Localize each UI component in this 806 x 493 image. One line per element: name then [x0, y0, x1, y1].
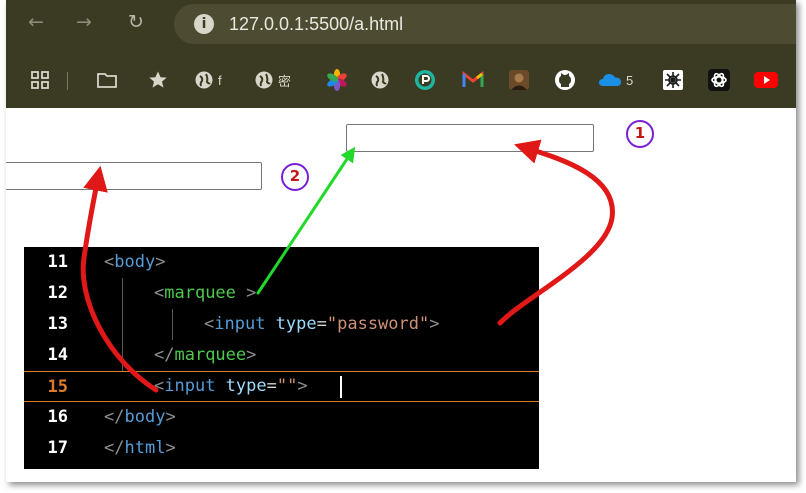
code-token: "": [276, 376, 298, 396]
line-number: 17: [47, 438, 68, 458]
code-token: </: [154, 345, 175, 365]
browser-nav-row: ← → ↻ i 127.0.0.1:5500/a.html: [6, 0, 796, 52]
address-bar[interactable]: i 127.0.0.1:5500/a.html: [174, 4, 796, 44]
page-content: 1 2 11 <body> 12 <marquee > 13 <input ty…: [6, 108, 796, 482]
bookmark-globe[interactable]: [370, 68, 390, 92]
code-token: marquee: [164, 283, 236, 303]
code-text: </html>: [104, 438, 176, 459]
active-code-line[interactable]: 15 <input type="">: [24, 371, 539, 402]
bookmark-label: 5: [626, 72, 634, 88]
youtube-icon[interactable]: [754, 68, 778, 92]
code-text: <input type="">: [154, 376, 308, 397]
code-token: >: [235, 283, 257, 303]
code-line: 17 </html>: [24, 433, 539, 464]
folder-icon[interactable]: [96, 68, 118, 92]
code-token: </: [104, 438, 125, 458]
code-token: >: [165, 407, 176, 427]
code-token: body: [114, 252, 156, 272]
code-text: </body>: [104, 407, 176, 428]
bookmark-globe-mi[interactable]: 密: [254, 68, 291, 92]
empty-type-input[interactable]: [6, 162, 262, 190]
code-token: >: [155, 252, 166, 272]
line-number: 12: [47, 283, 68, 303]
chatgpt-icon[interactable]: [708, 68, 730, 92]
code-line: 12 <marquee >: [24, 278, 539, 309]
code-token: marquee: [174, 345, 247, 365]
bookmark-label: f: [218, 72, 222, 88]
code-line: 14 </marquee>: [24, 340, 539, 371]
code-token: <: [204, 314, 215, 334]
code-token: "password": [326, 314, 430, 334]
code-line: 11 <body>: [24, 247, 539, 278]
apps-grid-icon[interactable]: [30, 68, 50, 92]
back-icon[interactable]: ←: [24, 10, 48, 34]
bookmark-onedrive[interactable]: 5: [598, 68, 633, 92]
gmail-icon[interactable]: [462, 68, 484, 92]
globe-icon: [195, 71, 213, 89]
globe-icon: [255, 71, 273, 89]
code-text: <marquee >: [154, 283, 256, 304]
code-token: <: [154, 376, 165, 396]
code-line: 13 <input type="password">: [24, 309, 539, 340]
screenshot-frame: ← → ↻ i 127.0.0.1:5500/a.html f 密 5 1 2 …: [6, 0, 796, 482]
annotation-badge-2: 2: [281, 163, 309, 191]
patterned-tile-icon[interactable]: [662, 68, 684, 92]
line-number: 11: [47, 252, 68, 272]
code-token: >: [246, 345, 257, 365]
code-text: </marquee>: [154, 345, 256, 366]
code-token: input: [214, 314, 266, 334]
code-token: <: [154, 283, 165, 303]
line-number: 13: [47, 314, 68, 334]
code-line: 16 </body>: [24, 402, 539, 433]
code-token: html: [124, 438, 166, 458]
globe-icon: [371, 71, 389, 89]
code-token: >: [429, 314, 440, 334]
line-number: 14: [47, 345, 68, 365]
avatar-icon[interactable]: [508, 68, 530, 92]
code-token: </: [104, 407, 125, 427]
reload-icon[interactable]: ↻: [124, 10, 148, 34]
code-text: <body>: [104, 252, 165, 273]
site-info-icon[interactable]: i: [194, 14, 214, 34]
text-cursor: [340, 376, 342, 398]
code-token: input: [164, 376, 216, 396]
bookmarks-bar: f 密 5: [6, 62, 796, 98]
code-token: =: [316, 314, 327, 334]
bookmarks-separator: [67, 72, 68, 90]
code-token: type: [265, 314, 317, 334]
bookmark-globe-f[interactable]: f: [194, 68, 222, 92]
browser-chrome: ← → ↻ i 127.0.0.1:5500/a.html f 密 5: [6, 0, 796, 108]
code-token: <: [104, 252, 115, 272]
photos-pinwheel-icon[interactable]: [326, 68, 348, 92]
github-icon[interactable]: [554, 68, 576, 92]
forward-icon[interactable]: →: [72, 10, 96, 34]
p-logo-icon[interactable]: [414, 68, 436, 92]
star-icon[interactable]: [148, 68, 168, 92]
code-token: body: [124, 407, 166, 427]
code-token: type: [215, 376, 267, 396]
line-number: 15: [47, 377, 68, 397]
password-input[interactable]: [346, 124, 594, 152]
onedrive-cloud-icon: [599, 74, 621, 86]
code-text: <input type="password">: [204, 314, 439, 335]
annotation-badge-1: 1: [626, 120, 654, 148]
code-token: =: [266, 376, 277, 396]
code-token: >: [165, 438, 176, 458]
code-token: >: [297, 376, 308, 396]
bookmark-label: 密: [278, 73, 292, 89]
line-number: 16: [47, 407, 68, 427]
code-editor[interactable]: 11 <body> 12 <marquee > 13 <input type="…: [24, 247, 539, 469]
url-text[interactable]: 127.0.0.1:5500/a.html: [229, 13, 403, 35]
